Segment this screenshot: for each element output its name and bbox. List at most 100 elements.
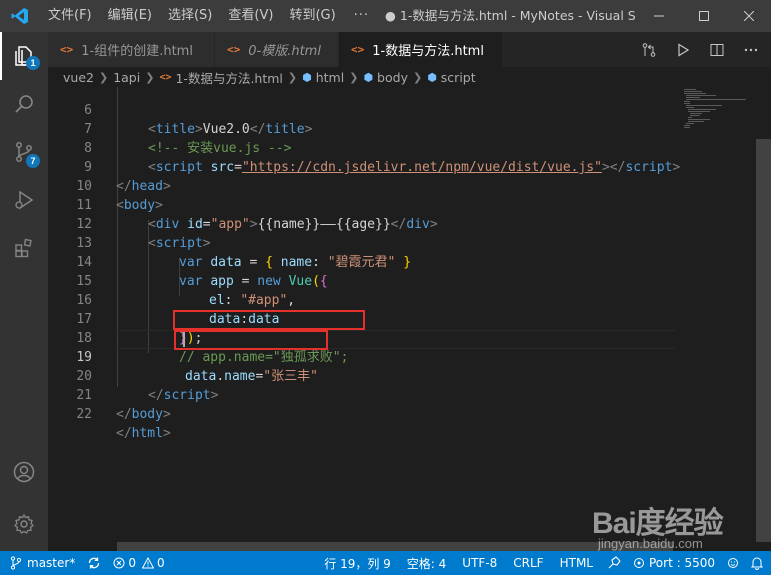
minimize-icon[interactable]	[636, 0, 681, 32]
menu-file[interactable]: 文件(F)	[40, 0, 100, 32]
extensions-icon[interactable]	[0, 224, 48, 272]
menu-view[interactable]: 查看(V)	[220, 0, 281, 32]
chevron-right-icon: ❯	[145, 70, 155, 84]
run-debug-icon[interactable]	[0, 176, 48, 224]
html-file-icon: <>	[159, 71, 172, 83]
encoding[interactable]: UTF-8	[454, 551, 505, 575]
code-line: 22 </html>	[76, 407, 171, 441]
title-bar: 文件(F) 编辑(E) 选择(S) 查看(V) 转到(G) ··· ● 1-数据…	[0, 0, 771, 32]
tab-template[interactable]: <> 0-模版.html	[215, 32, 339, 67]
minimap[interactable]	[676, 87, 756, 542]
code-line: 15 el: "#app",	[76, 274, 296, 308]
html-file-icon: <>	[351, 43, 365, 56]
chevron-right-icon: ❯	[287, 70, 298, 84]
split-editor-icon[interactable]	[705, 38, 729, 62]
tab-label: 1-数据与方法.html	[372, 44, 484, 59]
breadcrumb-folder[interactable]: vue2	[63, 70, 94, 85]
code-line: 9 </head>	[84, 160, 171, 194]
activity-bar: 1 7	[0, 32, 48, 551]
code-line: 16 data:data	[76, 293, 280, 327]
source-control-icon[interactable]: 7	[0, 128, 48, 176]
scrollbar-thumb[interactable]	[756, 139, 771, 542]
search-icon[interactable]	[0, 80, 48, 128]
code-line: 11 <div id="app">{{name}}——{{age}}</div>	[76, 198, 438, 232]
editor-actions	[637, 32, 763, 67]
tab-label: 1-组件的创建.html	[81, 44, 193, 59]
account-icon[interactable]	[0, 448, 48, 496]
branch-indicator[interactable]: master*	[0, 551, 81, 575]
code-line: 13 var data = { name: "碧霞元君" }	[76, 236, 412, 270]
open-changes-icon[interactable]	[637, 38, 661, 62]
code-editor[interactable]: 6 <title>Vue2.0</title> 7 <!-- 安装vue.js …	[48, 87, 771, 542]
code-line: 7 <!-- 安装vue.js -->	[84, 122, 292, 156]
horizontal-scrollbar[interactable]	[117, 542, 673, 551]
code-line: 21 </body>	[76, 388, 171, 422]
end-of-line[interactable]: CRLF	[505, 551, 551, 575]
window-title: ● 1-数据与方法.html - MyNotes - Visual St...	[385, 8, 635, 23]
code-line: 12 <script>	[76, 217, 211, 251]
more-actions-icon[interactable]	[739, 38, 763, 62]
window-controls	[636, 0, 771, 32]
code-line: 17 });	[76, 312, 203, 346]
notifications-bell-icon[interactable]	[747, 551, 771, 575]
code-line: 6 <title>Vue2.0</title>	[84, 103, 313, 137]
explorer-icon[interactable]: 1	[0, 32, 48, 80]
vertical-scrollbar[interactable]	[756, 87, 771, 542]
html-file-icon: <>	[60, 43, 74, 56]
indentation[interactable]: 空格: 4	[399, 551, 455, 575]
sync-icon[interactable]	[81, 551, 107, 575]
maximize-icon[interactable]	[681, 0, 726, 32]
menu-more-icon[interactable]: ···	[344, 0, 379, 32]
broadcast-icon	[634, 558, 644, 568]
menu-bar: 文件(F) 编辑(E) 选择(S) 查看(V) 转到(G) ···	[40, 0, 379, 32]
breadcrumb-symbol[interactable]: html	[316, 70, 344, 85]
breadcrumb-symbol[interactable]: body	[377, 70, 408, 85]
annotation-box	[173, 310, 365, 330]
breadcrumb: vue2 ❯ 1api ❯ <> 1-数据与方法.html ❯ ⬢ html ❯…	[48, 67, 771, 87]
vscode-logo-icon	[0, 0, 40, 32]
language-mode[interactable]: HTML	[552, 551, 601, 575]
scm-badge: 7	[26, 154, 40, 168]
warning-count: 0	[156, 556, 165, 570]
status-right: 行 19，列 9 空格: 4 UTF-8 CRLF HTML Port : 55…	[316, 551, 771, 575]
error-icon	[113, 557, 125, 569]
tab-label: 0-模版.html	[248, 44, 321, 59]
explorer-badge: 1	[26, 56, 40, 70]
chevron-right-icon: ❯	[412, 70, 423, 84]
cursor-position[interactable]: 行 19，列 9	[316, 551, 399, 575]
chevron-right-icon: ❯	[349, 70, 359, 84]
breadcrumb-folder[interactable]: 1api	[113, 70, 140, 85]
problems-indicator[interactable]: 0 0	[107, 551, 170, 575]
menu-selection[interactable]: 选择(S)	[160, 0, 220, 32]
menu-go[interactable]: 转到(G)	[281, 0, 343, 32]
breadcrumb-symbol[interactable]: script	[441, 70, 476, 85]
code-line: 8 <script src="https://cdn.jsdelivr.net/…	[84, 141, 681, 175]
tab-component[interactable]: <> 1-组件的创建.html	[48, 32, 215, 67]
error-count: 0	[128, 556, 136, 570]
settings-gear-icon[interactable]	[0, 500, 48, 548]
code-line: 14 var app = new Vue({	[76, 255, 328, 289]
editor-tabs: <> 1-组件的创建.html <> 0-模版.html <> 1-数据与方法.…	[48, 32, 771, 67]
close-icon[interactable]	[726, 0, 771, 32]
symbol-cube-icon: ⬢	[302, 70, 312, 84]
git-branch-icon	[10, 556, 22, 570]
code-line: 20 </script>	[76, 369, 219, 403]
feedback-icon[interactable]	[721, 551, 747, 575]
live-share-icon[interactable]	[601, 551, 627, 575]
run-icon[interactable]	[671, 38, 695, 62]
menu-edit[interactable]: 编辑(E)	[100, 0, 160, 32]
active-indicator	[0, 32, 2, 80]
code-line: 10 <body>	[76, 179, 163, 213]
symbol-cube-icon: ⬢	[427, 70, 437, 84]
status-bar: master* 0 0 行 19，列 9 空格: 4 UTF-8 CRLF HT…	[0, 551, 771, 575]
warning-icon	[141, 557, 154, 569]
code-line: 19 data.name="张三丰"	[76, 350, 318, 384]
branch-name: master*	[27, 556, 76, 570]
live-server-port[interactable]: Port : 5500	[627, 551, 721, 575]
breadcrumb-file[interactable]: 1-数据与方法.html	[175, 68, 282, 87]
tab-data-methods[interactable]: <> 1-数据与方法.html	[339, 32, 503, 67]
symbol-cube-icon: ⬢	[363, 70, 374, 84]
annotation-box	[174, 330, 328, 350]
chevron-right-icon: ❯	[98, 70, 109, 84]
html-file-icon: <>	[227, 43, 241, 56]
